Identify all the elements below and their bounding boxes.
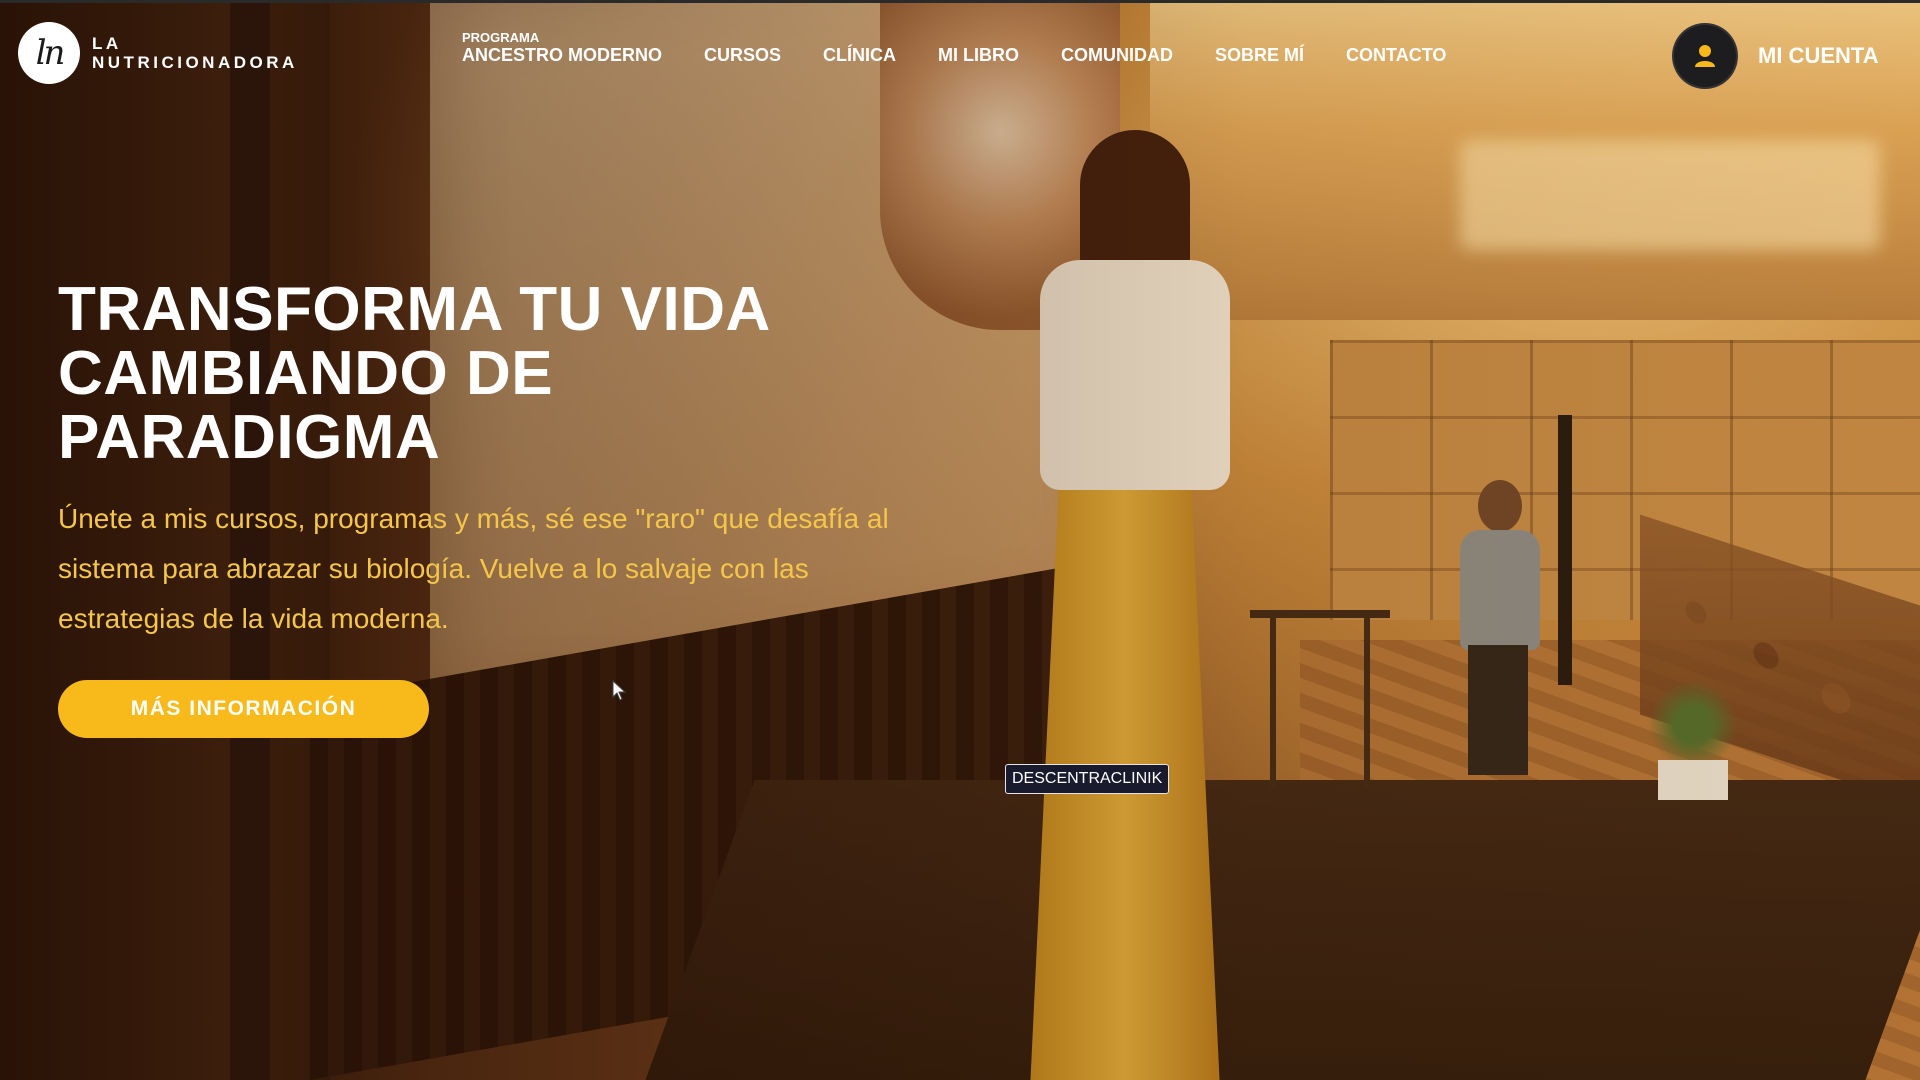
account-label[interactable]: MI CUENTA xyxy=(1758,43,1879,69)
hero-title: TRANSFORMA TU VIDA CAMBIANDO DE PARADIGM… xyxy=(58,278,858,470)
nav-item-comunidad[interactable]: COMUNIDAD xyxy=(1061,45,1173,66)
site-header: ln LA NUTRICIONADORA PROGRAMA ANCESTRO M… xyxy=(0,0,1920,110)
hero-title-line-2: CAMBIANDO DE xyxy=(58,339,554,408)
logo-text: LA NUTRICIONADORA xyxy=(92,34,298,72)
hero-subtitle-line-3: estrategias de la vida moderna. xyxy=(58,603,449,634)
logo-mark-icon: ln xyxy=(18,22,80,84)
logo-line-2: NUTRICIONADORA xyxy=(92,53,298,72)
user-icon[interactable] xyxy=(1672,23,1738,89)
nav-item-contacto[interactable]: CONTACTO xyxy=(1346,45,1446,66)
nav-item-label: ANCESTRO MODERNO xyxy=(462,45,663,65)
nav-item-sobre-mi[interactable]: SOBRE MÍ xyxy=(1215,45,1304,66)
mouse-cursor-icon xyxy=(612,680,627,701)
hero-title-line-1: TRANSFORMA TU VIDA xyxy=(58,275,771,344)
more-info-button[interactable]: MÁS INFORMACIÓN xyxy=(58,680,429,738)
account-link[interactable]: MI CUENTA xyxy=(1672,23,1879,89)
hero-title-line-3: PARADIGMA xyxy=(58,403,441,472)
nav-item-clinica[interactable]: CLÍNICA xyxy=(823,45,896,66)
nav-item-cursos[interactable]: CURSOS xyxy=(704,45,781,66)
hero-subtitle: Únete a mis cursos, programas y más, sé … xyxy=(58,494,958,644)
logo-line-1: LA xyxy=(92,34,122,53)
hero-subtitle-line-2: sistema para abrazar su biología. Vuelve… xyxy=(58,553,809,584)
nav-item-mi-libro[interactable]: MI LIBRO xyxy=(938,45,1019,66)
nav-item-superscript: PROGRAMA xyxy=(462,30,540,45)
main-nav: PROGRAMA ANCESTRO MODERNO CURSOS CLÍNICA… xyxy=(462,28,1488,66)
nav-item-ancestro-moderno[interactable]: PROGRAMA ANCESTRO MODERNO xyxy=(462,31,662,66)
logo-monogram: ln xyxy=(35,33,66,73)
tooltip: DESCENTRACLINIK xyxy=(1005,764,1170,794)
hero-subtitle-line-1: Únete a mis cursos, programas y más, sé … xyxy=(58,503,889,534)
site-logo[interactable]: ln LA NUTRICIONADORA xyxy=(18,22,298,84)
